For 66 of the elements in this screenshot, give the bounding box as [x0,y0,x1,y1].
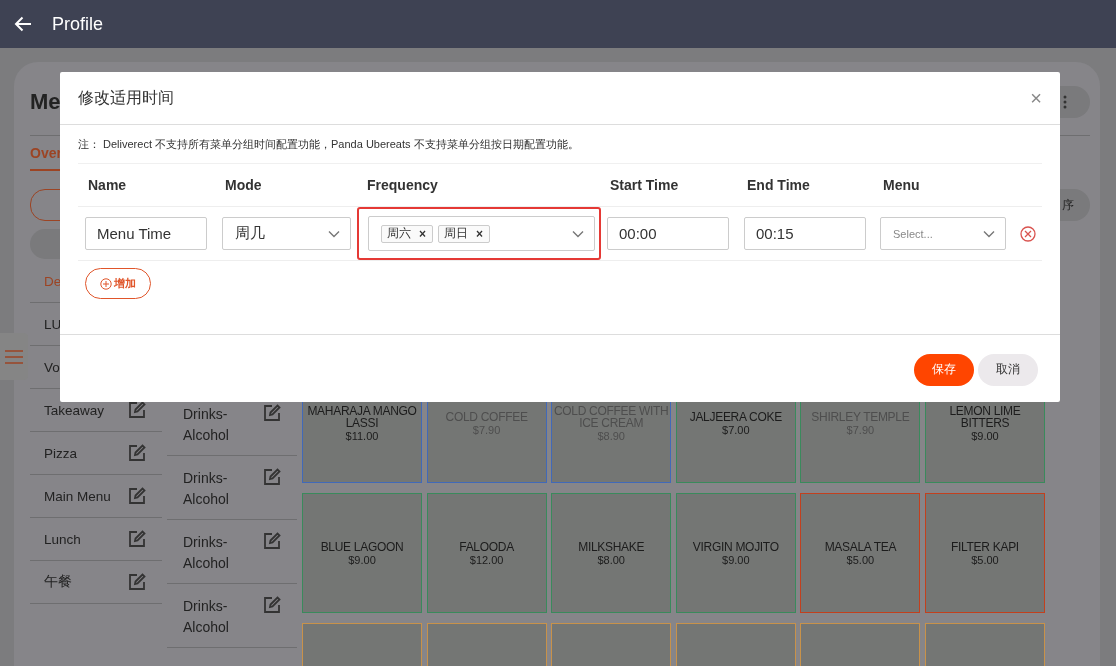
item-name: MASALA TEA [824,540,897,553]
item-price: $5.00 [846,553,875,566]
header-title: Profile [52,13,104,35]
save-button[interactable]: 保存 [914,353,974,386]
more-icon [1063,95,1067,109]
frequency-select[interactable]: 周六 × 周日 × [368,216,595,251]
category-name[interactable]: Drinks-Alcohol [183,596,253,638]
add-button[interactable]: 增加 [85,268,151,299]
menu-toggle[interactable] [0,333,28,380]
item-name: MILKSHAKE [578,540,645,553]
item-tile[interactable]: BLUE LAGOON $9.00 [302,493,422,613]
item-name: VIRGIN MOJITO [692,540,779,553]
tag-label: 周日 [444,226,468,241]
name-field[interactable]: Menu Time [85,217,207,250]
item-price: $9.00 [971,429,999,442]
menu-select[interactable]: Select... [880,217,1006,250]
remove-tag-button[interactable]: × [476,226,484,241]
chevron-down-icon [328,229,340,238]
page-title: Me [30,89,61,115]
menu-icon [5,349,23,364]
column-header: Menu [882,177,921,193]
item-name: BLUE LAGOON [320,540,404,553]
close-button[interactable]: × [1030,86,1042,110]
item-name: FALOODA [459,540,514,553]
column-header: Name [87,177,128,193]
start-time-field[interactable]: 00:00 [607,217,729,250]
column-header: Mode [224,177,263,193]
item-price: $9.00 [722,553,750,566]
category-name[interactable]: Drinks-Alcohol [183,404,253,446]
item-name: LEMON LIME BITTERS [948,404,1022,429]
remove-tag-button[interactable]: × [419,226,426,241]
item-tile[interactable]: VIRGIN MOJITO $9.00 [675,493,796,613]
column-header: Frequency [366,177,439,193]
back-arrow-icon[interactable] [14,16,32,32]
column-header: End Time [746,177,811,193]
end-time-field[interactable]: 00:15 [744,217,866,250]
chevron-down-icon [983,229,995,238]
item-name: JALJEERA COKE [689,410,782,423]
item-price: $9.00 [348,553,376,566]
item-price: $8.00 [597,553,625,566]
cancel-button[interactable]: 取消 [978,353,1038,386]
item-tile[interactable]: FILTER KAPI $5.00 [924,493,1045,613]
note-text: 注： Deliverect 不支持所有菜单分组时间配置功能，Panda Ubereats 不支持菜单分组按日期配置功能。 [78,125,1042,164]
chevron-down-icon [572,229,584,238]
item-price: $7.00 [722,423,750,436]
item-price: $11.00 [345,429,379,442]
item-tile[interactable]: MASALA TEA $5.00 [800,493,921,613]
item-name: MAHARAJA MANGO LASSI [306,404,418,429]
item-tile[interactable]: FALOODA $12.00 [426,493,547,613]
item-name: FILTER KAPI [951,540,1019,553]
menu-item[interactable]: Lunch [30,518,162,561]
menu-item[interactable]: Main Menu [30,475,162,518]
category-name[interactable]: Drinks-Alcohol [183,468,253,510]
item-tile[interactable]: MILKSHAKE $8.00 [551,493,672,613]
edit-icon[interactable] [128,401,146,419]
remove-icon[interactable] [1020,225,1036,242]
item-price: $12.00 [469,553,504,566]
dialog-title: 修改适用时间 [78,87,174,108]
mode-select[interactable]: 周几 [222,217,351,250]
category-name[interactable]: Drinks-Alcohol [183,532,253,574]
menu-item[interactable]: 午餐 [30,561,162,604]
tag-label: 周六 [387,226,411,241]
plus-circle-icon [100,277,112,290]
menu-item[interactable]: Pizza [30,432,162,475]
item-price: $5.00 [971,553,999,566]
column-header: Start Time [609,177,680,193]
